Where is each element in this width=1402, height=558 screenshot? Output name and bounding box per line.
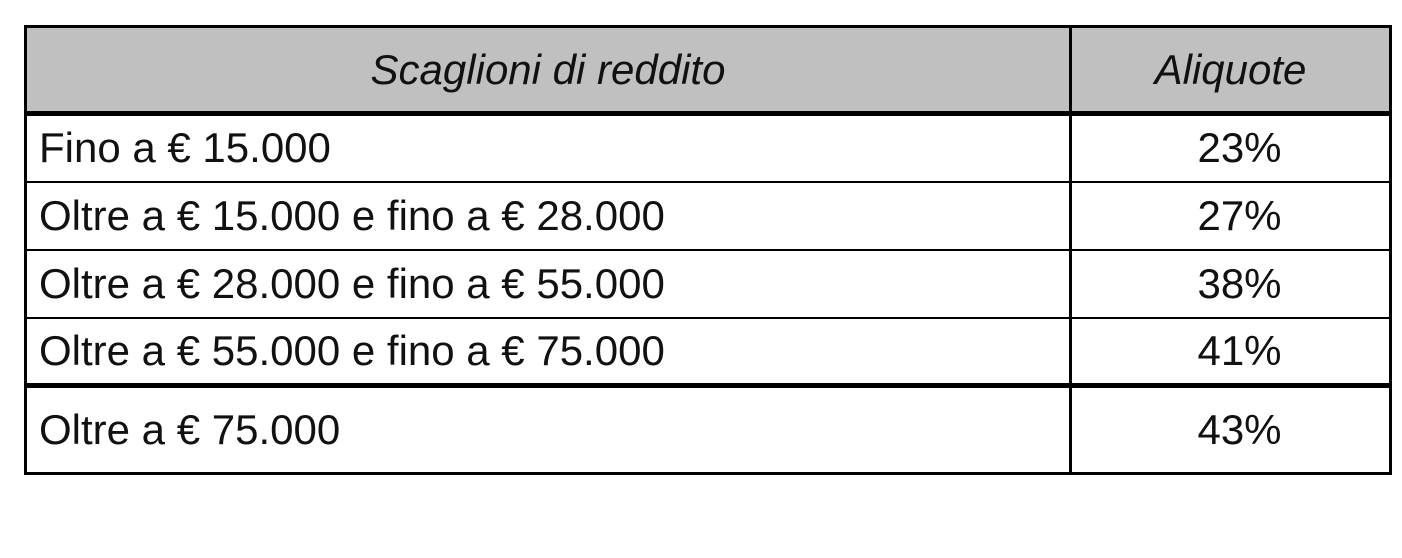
table-row: Oltre a € 15.000 e fino a € 28.000 27% [24, 180, 1392, 251]
header-income-brackets: Scaglioni di reddito [24, 25, 1072, 116]
tax-brackets-table: Scaglioni di reddito Aliquote Fino a € 1… [24, 25, 1392, 475]
table-row: Oltre a € 28.000 e fino a € 55.000 38% [24, 248, 1392, 319]
income-bracket-cell: Oltre a € 55.000 e fino a € 75.000 [24, 316, 1072, 387]
income-bracket-cell: Oltre a € 15.000 e fino a € 28.000 [24, 180, 1072, 251]
tax-rate-cell: 23% [1069, 112, 1392, 183]
tax-rate-cell: 38% [1069, 248, 1392, 319]
header-row: Scaglioni di reddito Aliquote [24, 25, 1392, 116]
header-rates: Aliquote [1069, 25, 1392, 116]
table-row: Oltre a € 55.000 e fino a € 75.000 41% [24, 316, 1392, 387]
table-row: Oltre a € 75.000 43% [24, 383, 1392, 475]
income-bracket-cell: Oltre a € 75.000 [24, 383, 1072, 475]
table-body: Fino a € 15.000 23% Oltre a € 15.000 e f… [24, 112, 1392, 475]
table-header: Scaglioni di reddito Aliquote [24, 25, 1392, 116]
tax-rate-cell: 27% [1069, 180, 1392, 251]
tax-rate-cell: 41% [1069, 316, 1392, 387]
income-bracket-cell: Fino a € 15.000 [24, 112, 1072, 183]
table-row: Fino a € 15.000 23% [24, 112, 1392, 183]
tax-rate-cell: 43% [1069, 383, 1392, 475]
income-bracket-cell: Oltre a € 28.000 e fino a € 55.000 [24, 248, 1072, 319]
